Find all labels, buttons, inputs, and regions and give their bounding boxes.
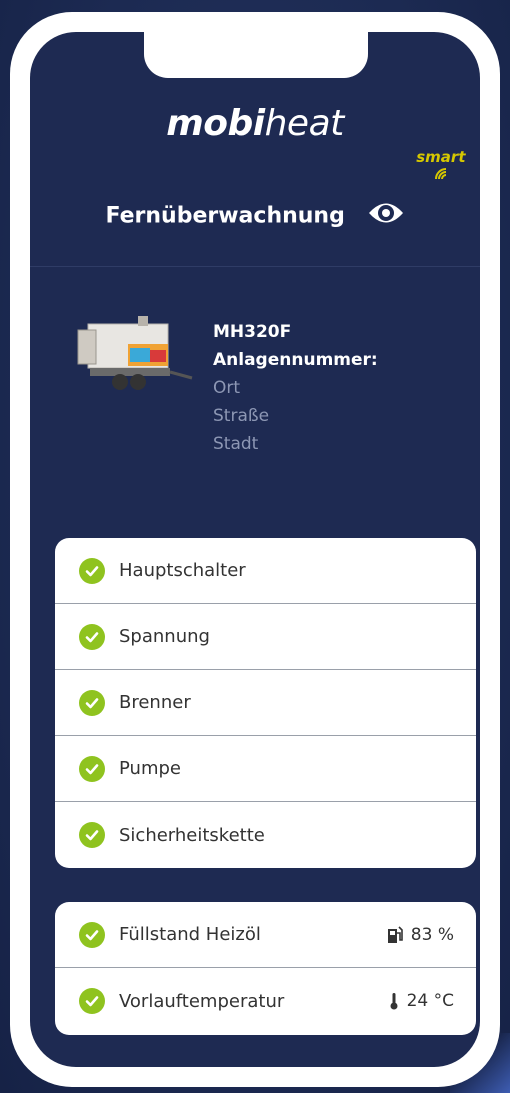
city-label: Stadt [213, 434, 259, 454]
check-icon [79, 755, 105, 782]
check-icon [79, 623, 105, 650]
status-label: Hauptschalter [119, 560, 246, 581]
measurement-value: 83 % [410, 924, 454, 945]
page-title: Fernüberwachnung [105, 203, 345, 229]
check-icon [79, 689, 105, 716]
street-label: Straße [213, 406, 270, 426]
device-info: MH320F Anlagennummer: Ort Straße Stadt [213, 318, 378, 458]
status-row-pump[interactable]: Pumpe [55, 736, 476, 802]
check-icon [79, 988, 105, 1014]
status-row-burner[interactable]: Brenner [55, 670, 476, 736]
status-row-safety-chain[interactable]: Sicherheitskette [55, 802, 476, 868]
status-label: Spannung [119, 626, 210, 647]
measurement-value: 24 °C [406, 991, 454, 1011]
measurements-card: Füllstand Heizöl 83 % Vorlauftemperatur [55, 902, 476, 1035]
measurement-row-fuel-level[interactable]: Füllstand Heizöl 83 % [55, 902, 476, 968]
status-row-voltage[interactable]: Spannung [55, 604, 476, 670]
page-header: Fernüberwachnung [30, 200, 480, 232]
measurement-label: Vorlauftemperatur [119, 990, 285, 1012]
header-divider [30, 266, 480, 267]
status-label: Brenner [119, 692, 191, 713]
wifi-signal-icon [434, 168, 447, 180]
phone-notch [144, 32, 368, 78]
location-label: Ort [213, 378, 241, 398]
app-screen: mobiheat smart Fernüberwachnung MH320F A… [30, 32, 480, 1067]
eye-icon[interactable] [367, 200, 405, 232]
phone-frame: mobiheat smart Fernüberwachnung MH320F A… [10, 12, 500, 1087]
plant-number-label: Anlagennummer: [213, 350, 378, 370]
status-row-main-switch[interactable]: Hauptschalter [55, 538, 476, 604]
check-icon [79, 921, 105, 948]
measurement-row-flow-temperature[interactable]: Vorlauftemperatur 24 °C [55, 968, 476, 1034]
mobiheat-logo: mobiheat smart [30, 104, 480, 180]
status-label: Sicherheitskette [119, 824, 265, 846]
check-icon [79, 557, 105, 584]
status-label: Pumpe [119, 758, 181, 779]
device-model: MH320F [213, 322, 292, 342]
fuel-pump-icon [387, 925, 403, 943]
thermometer-icon [390, 993, 398, 1010]
check-icon [79, 822, 105, 848]
measurement-label: Füllstand Heizöl [119, 924, 261, 945]
heater-trailer-image [68, 314, 196, 406]
status-card: Hauptschalter Spannung Brenner Pumpe Sic… [55, 538, 476, 868]
